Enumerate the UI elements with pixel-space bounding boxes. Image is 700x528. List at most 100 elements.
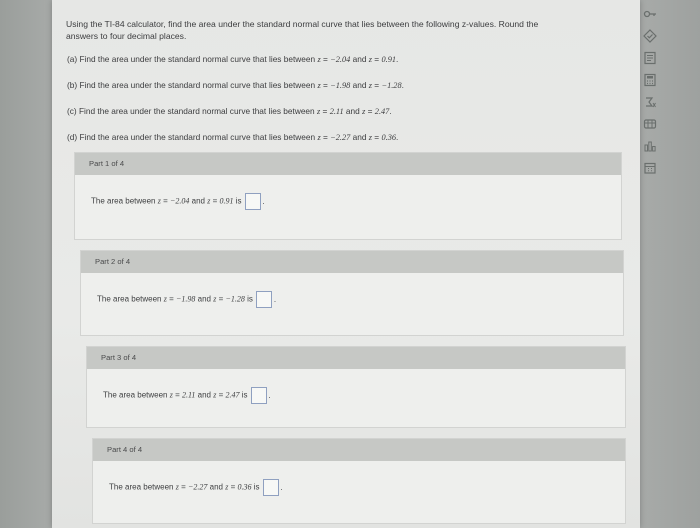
check-icon[interactable] [642,28,658,44]
z-variable: z [169,390,173,400]
period: . [280,482,283,492]
equals-sign: = [163,196,168,206]
question-item-d: (d) Find the area under the standard nor… [67,131,614,144]
intro-line-2: answers to four decimal places. [66,31,187,41]
answer-input[interactable] [262,479,279,496]
z-variable: z [317,55,321,64]
equals-sign: = [218,390,224,400]
equals-sign: = [322,80,328,90]
period: . [389,106,392,116]
period: . [401,80,404,90]
equals-sign: = [218,294,224,304]
equals-sign: = [374,54,380,64]
z-variable: z [225,482,229,492]
part-body: The area between z = −2.04 and z = 0.91 … [75,175,621,210]
part-prefix: The area between [97,294,162,304]
calendar-icon[interactable] [642,160,658,176]
and-word: and [352,132,367,142]
item-label: (d) Find the area under the standard nor… [67,132,316,142]
z-variable: z [317,81,321,90]
equals-sign: = [181,482,186,492]
equals-sign: = [175,390,180,400]
equals-sign: = [212,196,218,206]
equals-sign: = [367,106,373,116]
z-value-1: −1.98 [176,294,196,304]
item-label: (c) Find the area under the standard nor… [67,106,315,116]
z-value-2: 2.47 [374,107,390,116]
part-suffix: is [241,390,248,400]
and-word: and [345,106,360,116]
z-value-2: 0.91 [219,196,234,206]
period: . [273,294,277,304]
question-intro: Using the TI-84 calculator, find the are… [66,18,614,42]
equals-sign: = [322,54,328,64]
z-value-2: 0.91 [381,55,396,64]
equals-sign: = [374,132,380,142]
z-variable: z [362,107,366,116]
part-suffix: is [253,482,260,492]
z-variable: z [213,390,217,400]
period: . [396,132,399,142]
and-word: and [352,80,367,90]
notes-icon[interactable] [642,50,658,66]
question-item-b: (b) Find the area under the standard nor… [67,79,614,92]
answer-input[interactable] [244,193,261,210]
formula-icon[interactable] [642,94,658,110]
part-4-panel: Part 4 of 4 The area between z = −2.27 a… [92,438,626,524]
part-prefix: The area between [103,390,168,400]
part-header: Part 2 of 4 [81,251,623,273]
period: . [268,390,271,400]
intro-line-1: Using the TI-84 calculator, find the are… [66,19,539,29]
question-page: Using the TI-84 calculator, find the are… [52,0,640,528]
chart-icon[interactable] [642,138,658,154]
part-body: The area between z = 2.11 and z = 2.47 i… [87,369,625,404]
z-value-2: 0.36 [381,133,396,142]
part-2-panel: Part 2 of 4 The area between z = −1.98 a… [80,250,624,336]
tool-strip [640,6,660,526]
z-value-1: −1.98 [330,81,351,90]
z-value-2: 2.47 [225,390,240,400]
z-value-1: −2.04 [170,196,190,206]
z-value-1: −2.04 [330,55,351,64]
question-text: Using the TI-84 calculator, find the are… [66,18,614,157]
part-header: Part 1 of 4 [75,153,621,175]
z-variable: z [317,133,321,142]
z-value-1: −2.27 [188,482,208,492]
item-label: (a) Find the area under the standard nor… [67,54,316,64]
equals-sign: = [169,294,174,304]
z-value-2: −1.28 [381,81,402,90]
answer-input[interactable] [250,387,267,404]
equals-sign: = [322,106,328,116]
part-header: Part 4 of 4 [93,439,625,461]
question-item-a: (a) Find the area under the standard nor… [67,53,614,66]
z-variable: z [163,294,167,304]
z-variable: z [175,482,179,492]
answer-input[interactable] [255,291,272,308]
key-icon[interactable] [642,6,658,22]
z-value-1: −2.27 [330,133,351,142]
z-variable: z [368,81,372,90]
part-suffix: is [235,196,242,206]
calculator-icon[interactable] [642,72,658,88]
z-value-2: 0.36 [237,482,252,492]
and-word: and [197,390,211,400]
z-variable: z [157,196,161,206]
and-word: and [209,482,223,492]
period: . [262,196,265,206]
part-body: The area between z = −1.98 and z = −1.28… [81,273,623,308]
part-3-panel: Part 3 of 4 The area between z = 2.11 an… [86,346,626,428]
z-variable: z [368,133,372,142]
part-prefix: The area between [91,196,156,206]
part-suffix: is [247,294,253,304]
table-icon[interactable] [642,116,658,132]
equals-sign: = [230,482,236,492]
and-word: and [191,196,205,206]
z-variable: z [368,55,372,64]
part-prefix: The area between [109,482,174,492]
screen-background: Using the TI-84 calculator, find the are… [0,0,700,528]
z-variable: z [316,107,321,116]
z-value-2: −1.28 [225,294,245,304]
equals-sign: = [374,80,380,90]
z-value-1: 2.11 [329,107,344,116]
part-header: Part 3 of 4 [87,347,625,369]
